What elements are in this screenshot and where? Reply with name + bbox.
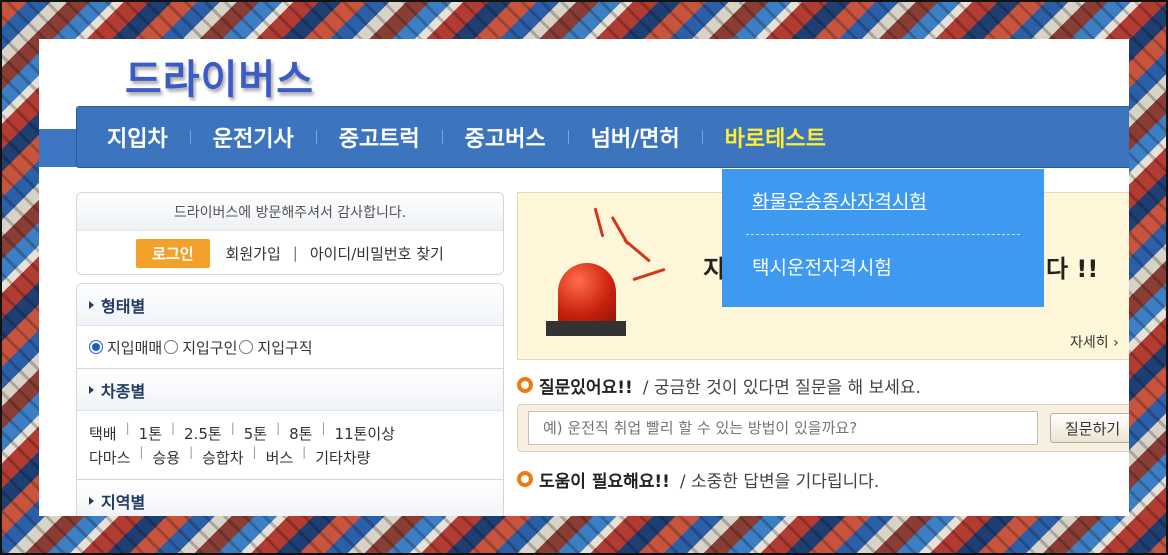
vehicle-type-link[interactable]: 5톤: [244, 423, 267, 444]
triangle-right-icon: [89, 300, 94, 309]
nav-item-driver[interactable]: 운전기사: [213, 121, 294, 153]
vehicle-type-link[interactable]: 택배: [89, 423, 117, 444]
vehicle-type-link[interactable]: 기타차량: [315, 447, 370, 468]
vehicle-type-link[interactable]: 버스: [266, 447, 294, 468]
vehicle-type-link[interactable]: 다마스: [89, 447, 130, 468]
link-separator: |: [292, 244, 298, 262]
welcome-message: 드라이버스에 방문해주셔서 감사합니다.: [77, 193, 503, 231]
welcome-links: 로그인 회원가입 | 아이디/비밀번호 찾기: [77, 231, 503, 274]
ring-icon: [517, 471, 533, 487]
find-account-link[interactable]: 아이디/비밀번호 찾기: [310, 243, 444, 264]
radio-label: 지입구직: [257, 338, 313, 357]
radio-jiip-sale[interactable]: [89, 340, 103, 354]
type-separator: |: [125, 421, 130, 435]
help-desc: / 소중한 답변을 기다립니다.: [679, 471, 880, 492]
type-separator: |: [321, 421, 326, 435]
triangle-right-icon: [89, 496, 94, 505]
type-separator: |: [276, 421, 281, 435]
vehicle-type-link[interactable]: 승합차: [202, 447, 243, 468]
type-separator: |: [230, 421, 235, 435]
radio-label: 지입매매: [107, 338, 163, 357]
question-box: 질문하기: [517, 404, 1129, 452]
dropdown-divider: [746, 234, 1020, 235]
nav-divider: [701, 130, 703, 144]
region-filter-header[interactable]: 지역별: [77, 480, 503, 516]
question-desc: / 궁금한 것이 있다면 질문을 해 보세요.: [642, 377, 921, 398]
nav-divider: [441, 130, 443, 144]
type-separator: |: [171, 421, 176, 435]
detail-link[interactable]: 자세히 ›: [1070, 332, 1119, 352]
vehicle-type-link[interactable]: 11톤이상: [335, 423, 396, 444]
login-button[interactable]: 로그인: [136, 238, 210, 268]
dropdown-item-taxi-exam[interactable]: 택시운전자격시험: [752, 253, 1014, 280]
type-separator: |: [189, 445, 194, 459]
help-title: 도움이 필요해요!!: [539, 471, 670, 492]
dropdown-item-cargo-exam[interactable]: 화물운송종사자격시험: [752, 187, 1014, 214]
nav-divider: [189, 130, 191, 144]
type-filter-header[interactable]: 형태별: [77, 284, 503, 326]
vehicle-type-link[interactable]: 승용: [152, 447, 180, 468]
siren-ray: [632, 267, 666, 282]
type-separator: |: [252, 445, 257, 459]
region-filter-title: 지역별: [101, 492, 146, 512]
baro-test-dropdown: 화물운송종사자격시험 택시운전자격시험: [722, 169, 1044, 307]
help-header: 도움이 필요해요!! / 소중한 답변을 기다립니다.: [517, 466, 1129, 492]
welcome-box: 드라이버스에 방문해주셔서 감사합니다. 로그인 회원가입 | 아이디/비밀번호…: [76, 192, 504, 275]
ring-icon: [517, 377, 533, 393]
filter-panel: 형태별 지입매매 지입구인 지입구직 차종별 택배 | 1톤 | 2.5톤 | …: [76, 283, 504, 516]
radio-label: 지입구인: [182, 338, 238, 357]
type-filter-title: 형태별: [101, 296, 146, 316]
type-filter-options: 지입매매 지입구인 지입구직: [77, 326, 503, 369]
type-separator: |: [302, 445, 307, 459]
nav-divider: [567, 130, 569, 144]
siren-ray: [593, 207, 605, 238]
left-column: 드라이버스에 방문해주셔서 감사합니다. 로그인 회원가입 | 아이디/비밀번호…: [76, 192, 504, 516]
siren-ray: [623, 238, 651, 263]
vehicle-type-link[interactable]: 2.5톤: [184, 423, 222, 444]
site-frame: 드라이버스 지입차 운전기사 중고트럭 중고버스 넘버/면허 바로테스트 화물운…: [39, 39, 1129, 516]
vehicle-filter-options: 택배 | 1톤 | 2.5톤 | 5톤 | 8톤 | 11톤이상 다마스 | 승용 | 승합차…: [77, 411, 503, 480]
radio-jiip-hire[interactable]: [164, 340, 179, 354]
radio-jiip-seek[interactable]: [239, 340, 254, 354]
vehicle-type-link[interactable]: 8톤: [289, 423, 312, 444]
vehicle-filter-header[interactable]: 차종별: [77, 369, 503, 411]
siren-base: [546, 321, 626, 336]
main-nav: 지입차 운전기사 중고트럭 중고버스 넘버/면허 바로테스트: [76, 106, 1129, 168]
vehicle-type-link[interactable]: 1톤: [139, 423, 162, 444]
nav-item-baro-test[interactable]: 바로테스트: [725, 121, 826, 153]
ask-button[interactable]: 질문하기: [1050, 413, 1129, 443]
join-link[interactable]: 회원가입: [226, 243, 281, 264]
type-separator: |: [139, 445, 144, 459]
siren-icon: [558, 263, 616, 323]
triangle-right-icon: [89, 385, 94, 394]
question-title: 질문있어요!!: [539, 377, 633, 398]
nav-item-number-license[interactable]: 넘버/면허: [591, 121, 680, 153]
banner-title-end: 다 !!: [1046, 255, 1099, 283]
vehicle-filter-title: 차종별: [101, 381, 146, 401]
nav-divider: [315, 130, 317, 144]
question-input[interactable]: [528, 411, 1038, 445]
nav-item-used-bus[interactable]: 중고버스: [465, 121, 546, 153]
nav-item-jiipcha[interactable]: 지입차: [107, 121, 168, 153]
site-logo[interactable]: 드라이버스: [125, 47, 314, 105]
question-header: 질문있어요!! / 궁금한 것이 있다면 질문을 해 보세요.: [517, 372, 1129, 398]
nav-item-used-truck[interactable]: 중고트럭: [339, 121, 420, 153]
